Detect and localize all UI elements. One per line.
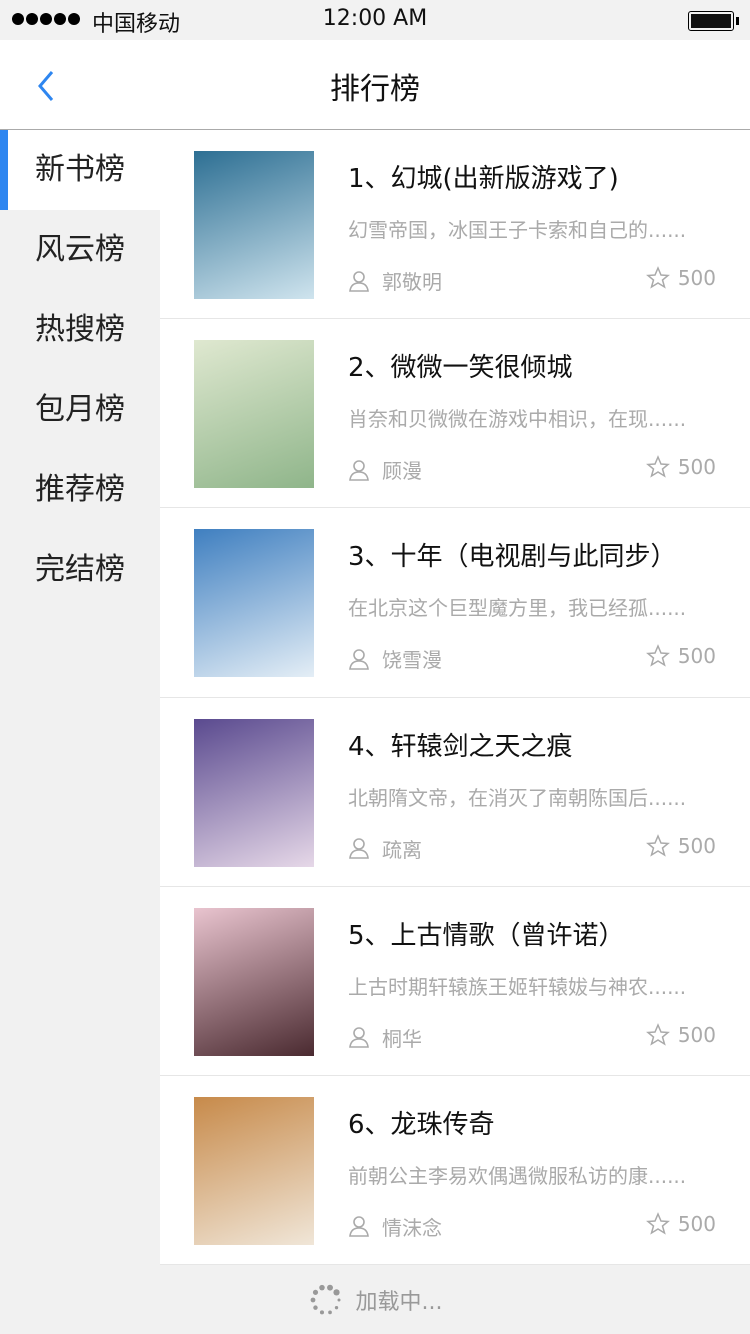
sidebar-item[interactable]: 风云榜: [0, 210, 160, 290]
sidebar-item[interactable]: 包月榜: [0, 370, 160, 450]
spinner-dot: [326, 1284, 333, 1291]
sidebar: 新书榜 风云榜 热搜榜 包月榜 推荐榜 完结榜: [0, 130, 160, 1265]
book-cover: [194, 529, 314, 678]
book-author: 桐华: [382, 1026, 422, 1051]
book-cover: [194, 151, 314, 299]
star-icon: [645, 455, 670, 478]
user-icon: [349, 838, 369, 859]
star-icon: [645, 833, 670, 857]
spinner-dot: [319, 1309, 324, 1314]
book-title: 1、幻城(出新版游戏了): [348, 164, 619, 194]
spinner-dot: [318, 1284, 325, 1290]
star-icon: [645, 266, 670, 289]
sidebar-item[interactable]: 新书榜: [0, 130, 160, 210]
spinner-dot: [337, 1298, 340, 1301]
sidebar-item[interactable]: 推荐榜: [0, 450, 160, 530]
status-bar: 中国移动 12:00 AM: [0, 0, 750, 40]
book-cover: [194, 1096, 314, 1245]
book-description: 上古时期轩辕族王姬轩辕妭与神农......: [348, 974, 687, 999]
book-author: 顾漫: [382, 459, 422, 484]
star-icon: [645, 644, 670, 668]
book-cover: [194, 340, 314, 489]
spinner-dot: [312, 1289, 318, 1295]
book-row[interactable]: 4、轩辕剑之天之痕 北朝隋文帝，在消灭了南朝陈国后...... 疏离 500: [160, 698, 750, 887]
spinner-dot: [310, 1297, 315, 1302]
book-score: 500: [677, 644, 716, 669]
book-score: 500: [677, 455, 716, 480]
book-description: 北朝隋文帝，在消灭了南朝陈国后......: [348, 785, 687, 810]
book-description: 幻雪帝国，冰国王子卡索和自己的......: [348, 218, 687, 242]
book-author: 郭敬明: [382, 270, 442, 294]
loading-indicator: 加载中...: [0, 1265, 750, 1334]
book-list: 1、幻城(出新版游戏了) 幻雪帝国，冰国王子卡索和自己的...... 郭敬明 5…: [160, 130, 750, 1266]
book-title: 3、十年（电视剧与此同步）: [348, 542, 677, 573]
user-icon: [349, 1027, 369, 1049]
user-icon: [349, 1216, 369, 1238]
user-icon: [349, 270, 369, 292]
spinner-icon: [310, 1284, 340, 1314]
book-row[interactable]: 1、幻城(出新版游戏了) 幻雪帝国，冰国王子卡索和自己的...... 郭敬明 5…: [160, 130, 750, 320]
clock: 12:00 AM: [322, 6, 428, 31]
book-row[interactable]: 5、上古情歌（曾许诺） 上古时期轩辕族王姬轩辕妭与神农...... 桐华 500: [160, 887, 750, 1076]
star-icon: [645, 1022, 670, 1046]
book-author: 情沫念: [382, 1215, 442, 1240]
book-score: 500: [677, 266, 716, 290]
spinner-dot: [332, 1288, 340, 1295]
nav-bar: 排行榜: [0, 40, 750, 130]
battery-icon: [688, 11, 739, 31]
book-title: 4、轩辕剑之天之痕: [348, 731, 573, 762]
book-score: 500: [677, 1211, 716, 1236]
sidebar-item[interactable]: 热搜榜: [0, 290, 160, 370]
book-score: 500: [677, 1022, 716, 1047]
star-icon: [645, 1212, 670, 1235]
book-description: 前朝公主李易欢偶遇微服私访的康......: [348, 1163, 687, 1188]
user-icon: [349, 459, 369, 481]
book-description: 在北京这个巨型魔方里，我已经孤......: [348, 596, 687, 621]
book-author: 饶雪漫: [382, 648, 442, 673]
user-icon: [349, 649, 369, 670]
loading-text: 加载中...: [355, 1289, 443, 1315]
book-score: 500: [677, 833, 716, 858]
book-author: 疏离: [382, 837, 422, 862]
book-cover: [194, 718, 314, 867]
book-row[interactable]: 2、微微一笑很倾城 肖奈和贝微微在游戏中相识，在现...... 顾漫 500: [160, 319, 750, 509]
book-cover: [194, 907, 314, 1056]
book-description: 肖奈和贝微微在游戏中相识，在现......: [348, 407, 687, 432]
book-title: 6、龙珠传奇: [348, 1109, 495, 1140]
spinner-dot: [312, 1304, 318, 1310]
book-title: 2、微微一笑很倾城: [348, 353, 573, 384]
spinner-dot: [334, 1305, 338, 1309]
book-row[interactable]: 3、十年（电视剧与此同步） 在北京这个巨型魔方里，我已经孤...... 饶雪漫 …: [160, 508, 750, 698]
book-row[interactable]: 6、龙珠传奇 前朝公主李易欢偶遇微服私访的康...... 情沫念 500: [160, 1076, 750, 1266]
book-title: 5、上古情歌（曾许诺）: [348, 920, 625, 951]
page-title: 排行榜: [330, 72, 420, 107]
sidebar-item[interactable]: 完结榜: [0, 530, 160, 610]
spinner-dot: [327, 1310, 332, 1314]
